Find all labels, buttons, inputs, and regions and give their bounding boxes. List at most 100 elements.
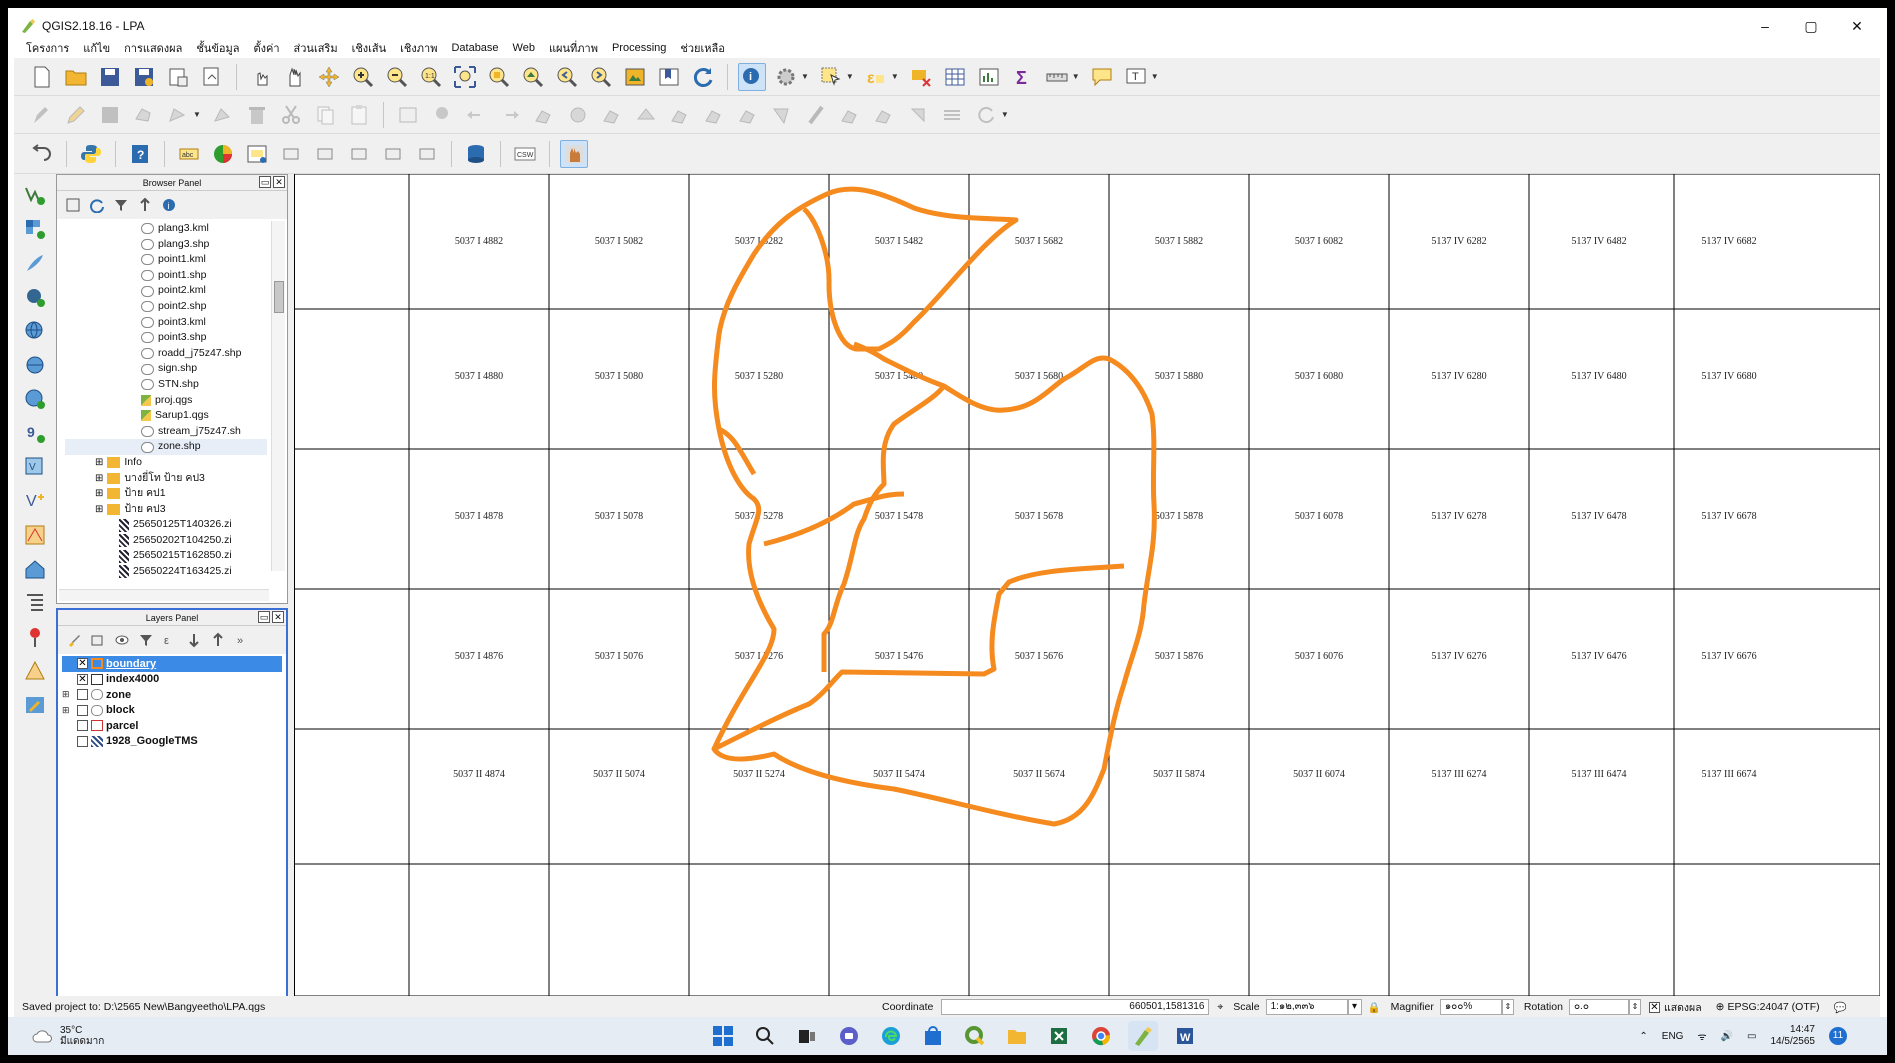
collapse-all-icon[interactable] bbox=[137, 197, 153, 213]
browser-item[interactable]: ⊞ ป้าย คป3 bbox=[65, 502, 267, 518]
plugin-tool-button[interactable] bbox=[560, 139, 588, 168]
deselect-all-button[interactable] bbox=[907, 63, 935, 91]
browser-float-button[interactable]: ▭ bbox=[259, 176, 271, 188]
digitize-tool-11[interactable] bbox=[870, 101, 898, 129]
copy-features-button[interactable] bbox=[311, 101, 339, 129]
zoom-next-button[interactable] bbox=[587, 63, 615, 91]
browser-item[interactable]: ⊞ บางยี่โท ป้าย คป3 bbox=[65, 471, 267, 487]
composer-manager-button[interactable] bbox=[198, 63, 226, 91]
node-tool-button[interactable] bbox=[209, 101, 237, 129]
new-project-button[interactable] bbox=[28, 63, 56, 91]
run-action-button[interactable] bbox=[772, 63, 800, 91]
minimize-button[interactable]: – bbox=[1742, 14, 1788, 38]
layer-visibility-checkbox[interactable]: ✕ bbox=[77, 673, 88, 685]
menu-mesh[interactable]: แผนที่ภาพ bbox=[549, 39, 598, 57]
zoom-out-button[interactable] bbox=[383, 63, 411, 91]
rotate-tool-button[interactable] bbox=[972, 101, 1000, 129]
browser-item[interactable]: point1.kml bbox=[65, 252, 267, 268]
browser-item[interactable]: ⊞ Info bbox=[65, 455, 267, 471]
browser-item[interactable]: point1.shp bbox=[65, 268, 267, 284]
redo-button[interactable] bbox=[496, 101, 524, 129]
new-print-composer-button[interactable] bbox=[164, 63, 192, 91]
add-wms-layer-button[interactable] bbox=[18, 316, 52, 346]
layer-item-boundary[interactable]: ✕ boundary bbox=[62, 656, 282, 672]
pin-tool-button[interactable] bbox=[18, 622, 52, 652]
touch-zoom-button[interactable] bbox=[247, 63, 275, 91]
menu-plugins[interactable]: ส่วนเสริม bbox=[294, 39, 338, 57]
rotation-field[interactable]: ๐.๐ bbox=[1568, 999, 1629, 1015]
layer-item-index4000[interactable]: ✕ index4000 bbox=[62, 672, 282, 688]
menu-layer[interactable]: ชั้นข้อมูล bbox=[196, 39, 239, 57]
add-raster-layer-button[interactable] bbox=[18, 214, 52, 244]
browser-item[interactable]: plang3.kml bbox=[65, 221, 267, 237]
layer-item-zone[interactable]: ⊞ zone bbox=[62, 687, 282, 703]
scale-combo[interactable]: 1:๑๒,๓๓๖ bbox=[1265, 999, 1348, 1015]
browser-item[interactable]: zone.shp bbox=[65, 439, 267, 455]
home-button[interactable] bbox=[18, 554, 52, 584]
label-tool-5[interactable] bbox=[413, 140, 441, 168]
visibility-eye-icon[interactable] bbox=[114, 632, 130, 648]
refresh-button[interactable] bbox=[689, 63, 717, 91]
add-wcs-layer-button[interactable] bbox=[18, 350, 52, 380]
scale-dropdown-button[interactable]: ▾ bbox=[1347, 999, 1362, 1015]
expand-icon[interactable]: ⊞ bbox=[62, 705, 74, 716]
open-attribute-table-button[interactable] bbox=[941, 63, 969, 91]
gps-tool-button[interactable] bbox=[18, 520, 52, 550]
text-annotation-button[interactable]: T bbox=[1122, 63, 1150, 91]
bookmarks-button[interactable] bbox=[655, 63, 683, 91]
browser-horizontal-scrollbar[interactable] bbox=[59, 589, 269, 601]
digitize-tool-8[interactable] bbox=[768, 101, 796, 129]
layer-item-parcel[interactable]: parcel bbox=[62, 718, 282, 734]
measure-button[interactable] bbox=[1043, 63, 1071, 91]
zoom-in-button[interactable] bbox=[349, 63, 377, 91]
word-button[interactable]: W bbox=[1170, 1021, 1200, 1051]
start-button[interactable] bbox=[708, 1021, 738, 1051]
digitize-tool-13[interactable] bbox=[938, 101, 966, 129]
add-delimited-text-button[interactable]: 9 bbox=[18, 418, 52, 448]
add-vector-layer-button[interactable] bbox=[18, 180, 52, 210]
crs-label[interactable]: EPSG:24047 (OTF) bbox=[1727, 1001, 1819, 1013]
label-tool-button[interactable] bbox=[394, 101, 422, 129]
select-by-expression-button[interactable]: ε bbox=[862, 63, 890, 91]
expand-icon[interactable]: ⊞ bbox=[95, 502, 103, 518]
statistics-button[interactable] bbox=[975, 63, 1003, 91]
layer-order-button[interactable] bbox=[18, 588, 52, 618]
menu-help[interactable]: ช่วยเหลือ bbox=[680, 39, 724, 57]
edge-browser-button[interactable] bbox=[876, 1021, 906, 1051]
digitize-tool-7[interactable] bbox=[734, 101, 762, 129]
menu-vector[interactable]: เชิงเส้น bbox=[352, 39, 387, 57]
diagram-button[interactable] bbox=[209, 140, 237, 168]
notification-badge[interactable]: 11 bbox=[1829, 1027, 1847, 1045]
move-feature-button[interactable] bbox=[164, 101, 192, 129]
menu-edit[interactable]: แก้ไข bbox=[83, 39, 110, 57]
rotation-spin[interactable]: ⇕ bbox=[1628, 999, 1641, 1015]
menu-web[interactable]: Web bbox=[513, 42, 535, 54]
add-spatialite-layer-button[interactable] bbox=[18, 248, 52, 278]
label-tool-2[interactable] bbox=[311, 140, 339, 168]
tray-chevron-icon[interactable]: ⌃ bbox=[1639, 1031, 1647, 1042]
language-indicator[interactable]: ENG bbox=[1662, 1031, 1684, 1042]
map-tips-button[interactable] bbox=[1088, 63, 1116, 91]
crs-globe-icon[interactable]: ⊕ bbox=[1716, 1001, 1725, 1013]
toggle-editing-button[interactable] bbox=[62, 101, 90, 129]
browser-item[interactable]: point3.shp bbox=[65, 330, 267, 346]
map-canvas[interactable]: 5037 I 4882 5037 I 5082 5037 I 5282 5037 I … bbox=[294, 174, 1880, 996]
expand-all-icon[interactable] bbox=[186, 632, 202, 648]
digitize-tool-12[interactable] bbox=[904, 101, 932, 129]
expand-icon[interactable]: ⊞ bbox=[95, 455, 103, 471]
digitize-tool-9[interactable] bbox=[802, 101, 830, 129]
expand-icon[interactable]: ⊞ bbox=[95, 486, 103, 502]
cut-features-button[interactable] bbox=[277, 101, 305, 129]
menu-raster[interactable]: เชิงภาพ bbox=[400, 39, 437, 57]
label-tool-1[interactable] bbox=[277, 140, 305, 168]
csw-button[interactable]: CSW bbox=[511, 140, 539, 168]
current-edits-button[interactable] bbox=[28, 101, 56, 129]
zoom-to-selection-button[interactable] bbox=[485, 63, 513, 91]
store-button[interactable] bbox=[918, 1021, 948, 1051]
layer-visibility-checkbox[interactable] bbox=[77, 689, 88, 701]
render-checkbox[interactable]: ✕ bbox=[1648, 1001, 1660, 1013]
browser-close-button[interactable]: ✕ bbox=[273, 176, 285, 188]
pan-to-selection-button[interactable] bbox=[315, 63, 343, 91]
lock-scale-icon[interactable]: 🔒 bbox=[1368, 1001, 1381, 1014]
filter-icon[interactable] bbox=[113, 197, 129, 213]
